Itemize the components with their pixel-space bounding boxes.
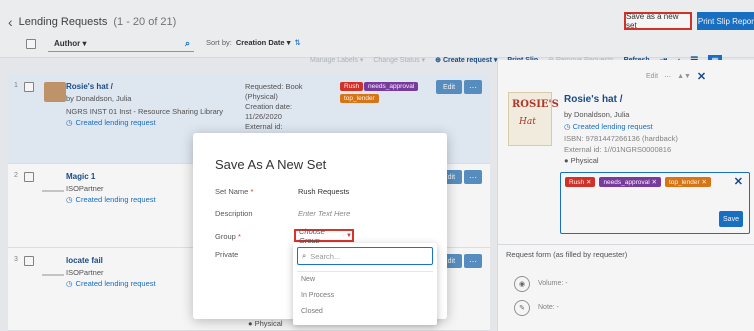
panel-created-link[interactable]: ◷ Created lending request — [564, 122, 653, 131]
search-icon[interactable]: ⌕ — [185, 38, 190, 49]
created-request-link[interactable]: ◷ Created lending request — [66, 118, 156, 127]
set-name-input[interactable]: Rush Requests — [298, 187, 349, 196]
dropdown-option-new[interactable]: New — [301, 276, 315, 283]
request-meta: Requested: Book (Physical) Creation date… — [245, 82, 303, 131]
thumbnail-placeholder — [42, 190, 64, 192]
sort-direction-icon[interactable]: ⇅ — [294, 38, 300, 47]
private-label: Private — [215, 250, 239, 259]
description-input[interactable]: Enter Text Here — [298, 209, 350, 218]
description-label: Description — [215, 209, 253, 218]
request-format: ● Physical — [248, 319, 283, 328]
more-actions-button[interactable]: ⋯ — [464, 170, 482, 184]
tag-rush: Rush — [340, 82, 364, 91]
label-tags: Rush ✕ needs_approval ✕ top_lender ✕ — [565, 177, 713, 187]
more-actions-button[interactable]: ⋯ — [464, 254, 482, 268]
created-request-link[interactable]: ◷ Created lending request — [66, 195, 156, 204]
edit-button[interactable]: Edit — [436, 80, 462, 94]
panel-format: ● Physical — [564, 156, 599, 165]
select-all-checkbox[interactable] — [26, 39, 36, 49]
sort-by-label: Sort by: — [206, 38, 232, 47]
author-filter-select[interactable]: Author ▾ ⌕ — [48, 36, 194, 52]
clock-icon: ◷ — [66, 279, 73, 288]
dropdown-option-in-process[interactable]: In Process — [301, 292, 334, 299]
group-select[interactable]: Choose Group ▼ — [294, 226, 354, 245]
group-dropdown-menu: ⌕ Search... New In Process Closed — [293, 243, 437, 325]
dropdown-divider — [297, 271, 433, 272]
required-mark: * — [237, 232, 241, 241]
request-title[interactable]: locate fail — [66, 256, 103, 265]
tag-needs-approval-removable[interactable]: needs_approval ✕ — [599, 177, 661, 187]
tag-top-lender-removable[interactable]: top_lender ✕ — [664, 177, 711, 187]
title-text: Lending Requests — [18, 16, 108, 28]
search-icon: ⌕ — [302, 251, 307, 260]
request-partner: ISOPartner — [66, 268, 104, 277]
dropdown-search-input[interactable]: ⌕ Search... — [297, 247, 433, 265]
sort-control[interactable]: Sort by: Creation Date ▾ ⇅ — [206, 38, 301, 47]
navigate-up-down-icon[interactable]: ▲▼ — [677, 73, 691, 80]
dialog-title: Save As A New Set — [215, 157, 327, 172]
volume-icon: ◉ — [514, 276, 530, 292]
group-select-value: Choose Group — [299, 226, 325, 245]
panel-isbn: ISBN: 9781447266136 (hardback) — [564, 134, 678, 143]
create-request-button[interactable]: ⊕ Create request ▾ — [435, 56, 497, 64]
panel-external-id: External id: 1//01NGRS0000816 — [564, 145, 672, 154]
tag-needs-approval: needs_approval — [364, 82, 419, 91]
tag-top-lender: top_lender — [340, 94, 379, 103]
row-number: 2 — [14, 172, 18, 179]
book-thumbnail — [44, 82, 66, 102]
clock-icon: ◷ — [66, 118, 73, 127]
request-partner: ISOPartner — [66, 184, 104, 193]
back-arrow-icon[interactable]: ‹ — [8, 14, 13, 30]
print-slip-report-button[interactable]: Print Slip Report — [697, 12, 754, 30]
required-mark: * — [250, 187, 254, 196]
request-form-heading: Request form (as filled by requester) — [506, 250, 628, 259]
chevron-down-icon: ▼ — [346, 232, 352, 239]
result-count: (1 - 20 of 21) — [113, 16, 177, 28]
created-request-link[interactable]: ◷ Created lending request — [66, 279, 156, 288]
clock-icon: ◷ — [564, 122, 571, 131]
group-label: Group * — [215, 232, 241, 241]
manage-labels-button[interactable]: Manage Labels ▾ — [310, 56, 363, 64]
panel-more-icon[interactable]: ⋯ — [664, 73, 671, 81]
request-institution: NGRS INST 01 Inst - Resource Sharing Lib… — [66, 107, 224, 116]
note-label: Note: - — [538, 304, 560, 311]
panel-author: by Donaldson, Julia — [564, 110, 630, 119]
thumbnail-placeholder — [42, 274, 64, 276]
book-cover-subtitle: Hat — [519, 117, 536, 127]
row-checkbox[interactable] — [24, 82, 34, 92]
labels-editor[interactable]: Rush ✕ needs_approval ✕ top_lender ✕ ✕ S… — [560, 172, 750, 234]
set-name-label: Set Name * — [215, 187, 254, 196]
row-number: 1 — [14, 82, 18, 89]
save-labels-button[interactable]: Save — [719, 211, 743, 227]
row-checkbox[interactable] — [24, 256, 34, 266]
panel-divider — [498, 244, 754, 245]
clock-icon: ◷ — [66, 195, 73, 204]
tag-rush-removable[interactable]: Rush ✕ — [565, 177, 596, 187]
row-number: 3 — [14, 256, 18, 263]
request-title[interactable]: Magic 1 — [66, 172, 95, 181]
page-title: ‹ Lending Requests (1 - 20 of 21) — [8, 14, 176, 30]
sort-value[interactable]: Creation Date ▾ — [236, 38, 291, 47]
clear-labels-icon[interactable]: ✕ — [734, 175, 743, 188]
more-actions-button[interactable]: ⋯ — [464, 80, 482, 94]
detail-panel: Edit ⋯ ▲▼ ✕ ROSIE'S Hat Rosie's hat / by… — [497, 60, 754, 331]
book-cover-image: ROSIE'S Hat — [508, 92, 559, 146]
volume-label: Volume: - — [538, 280, 568, 287]
note-icon: ✎ — [514, 300, 530, 316]
author-filter-label: Author ▾ — [54, 39, 87, 48]
close-icon[interactable]: ✕ — [697, 70, 706, 83]
change-status-button[interactable]: Change Status ▾ — [373, 56, 425, 64]
save-as-new-set-button[interactable]: Save as a new set — [624, 12, 692, 30]
request-title[interactable]: Rosie's hat / — [66, 82, 113, 91]
book-cover-title: ROSIE'S — [512, 99, 559, 110]
panel-title[interactable]: Rosie's hat / — [564, 94, 623, 105]
plus-circle-icon: ⊕ — [435, 57, 441, 64]
row-checkbox[interactable] — [24, 172, 34, 182]
request-author: by Donaldson, Julia — [66, 94, 132, 103]
panel-top-actions: Edit ⋯ ▲▼ ✕ — [646, 70, 706, 83]
panel-edit-button[interactable]: Edit — [646, 73, 658, 80]
dropdown-option-closed[interactable]: Closed — [301, 308, 323, 315]
